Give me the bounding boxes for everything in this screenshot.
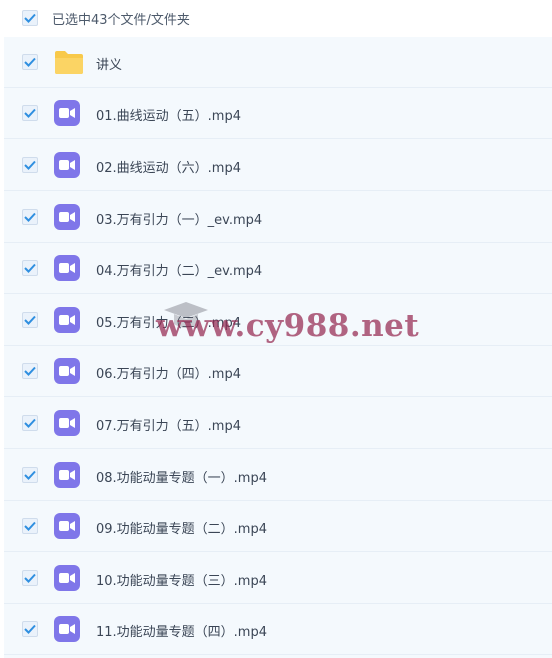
selection-count-label: 已选中43个文件/文件夹 [52,13,190,28]
list-item[interactable]: 10.功能动量专题（三）.mp4 [4,553,552,604]
file-name: 01.曲线运动（五）.mp4 [96,109,241,124]
file-name: 讲义 [96,58,123,73]
video-file-icon [54,204,80,230]
list-item[interactable]: 09.功能动量专题（二）.mp4 [4,501,552,552]
checkmark-icon [24,521,36,531]
folder-icon [54,49,83,75]
video-file-icon [54,100,80,126]
selection-header: 已选中43个文件/文件夹 [0,0,552,37]
checkmark-icon [24,573,36,583]
list-item[interactable]: 02.曲线运动（六）.mp4 [4,140,552,191]
checkmark-icon [24,263,36,273]
video-file-icon [54,513,80,539]
file-name: 06.万有引力（四）.mp4 [96,367,241,382]
checkmark-icon [24,624,36,634]
row-checkbox[interactable] [22,105,38,121]
video-file-icon [54,307,80,333]
select-all-checkbox[interactable] [22,10,38,26]
file-selection-view: 已选中43个文件/文件夹 讲义 01.曲线运动（五）.mp4 02.曲线运动（六… [0,0,552,658]
checkmark-icon [24,366,36,376]
file-name: 07.万有引力（五）.mp4 [96,419,241,434]
row-checkbox[interactable] [22,518,38,534]
list-item[interactable]: 讲义 [4,37,552,88]
watermark-text: www.cy988.net [156,308,420,344]
row-checkbox[interactable] [22,209,38,225]
file-name: 02.曲线运动（六）.mp4 [96,161,241,176]
video-file-icon [54,255,80,281]
checkmark-icon [24,418,36,428]
video-file-icon [54,462,80,488]
checkmark-icon [24,13,36,23]
list-item[interactable]: 04.万有引力（二）_ev.mp4 [4,243,552,294]
checkmark-icon [24,470,36,480]
row-checkbox[interactable] [22,363,38,379]
file-name: 04.万有引力（二）_ev.mp4 [96,264,263,279]
file-name: 09.功能动量专题（二）.mp4 [96,522,267,537]
file-name: 03.万有引力（一）_ev.mp4 [96,213,263,228]
checkmark-icon [24,57,36,67]
video-file-icon [54,358,80,384]
row-checkbox[interactable] [22,54,38,70]
row-checkbox[interactable] [22,570,38,586]
list-item[interactable]: 03.万有引力（一）_ev.mp4 [4,192,552,243]
list-item[interactable]: 11.功能动量专题（四）.mp4 [4,604,552,655]
video-file-icon [54,410,80,436]
file-name: 10.功能动量专题（三）.mp4 [96,574,267,589]
file-name: 08.功能动量专题（一）.mp4 [96,471,267,486]
checkmark-icon [24,212,36,222]
row-checkbox[interactable] [22,467,38,483]
file-name: 11.功能动量专题（四）.mp4 [96,625,267,640]
video-file-icon [54,152,80,178]
row-checkbox[interactable] [22,260,38,276]
row-checkbox[interactable] [22,157,38,173]
list-item[interactable]: 07.万有引力（五）.mp4 [4,398,552,449]
row-checkbox[interactable] [22,312,38,328]
checkmark-icon [24,108,36,118]
row-checkbox[interactable] [22,415,38,431]
list-item[interactable]: 01.曲线运动（五）.mp4 [4,88,552,139]
checkmark-icon [24,315,36,325]
video-file-icon [54,565,80,591]
list-item[interactable]: 08.功能动量专题（一）.mp4 [4,450,552,501]
video-file-icon [54,616,80,642]
row-checkbox[interactable] [22,621,38,637]
checkmark-icon [24,160,36,170]
site-watermark: www.cy988.net [150,300,419,360]
